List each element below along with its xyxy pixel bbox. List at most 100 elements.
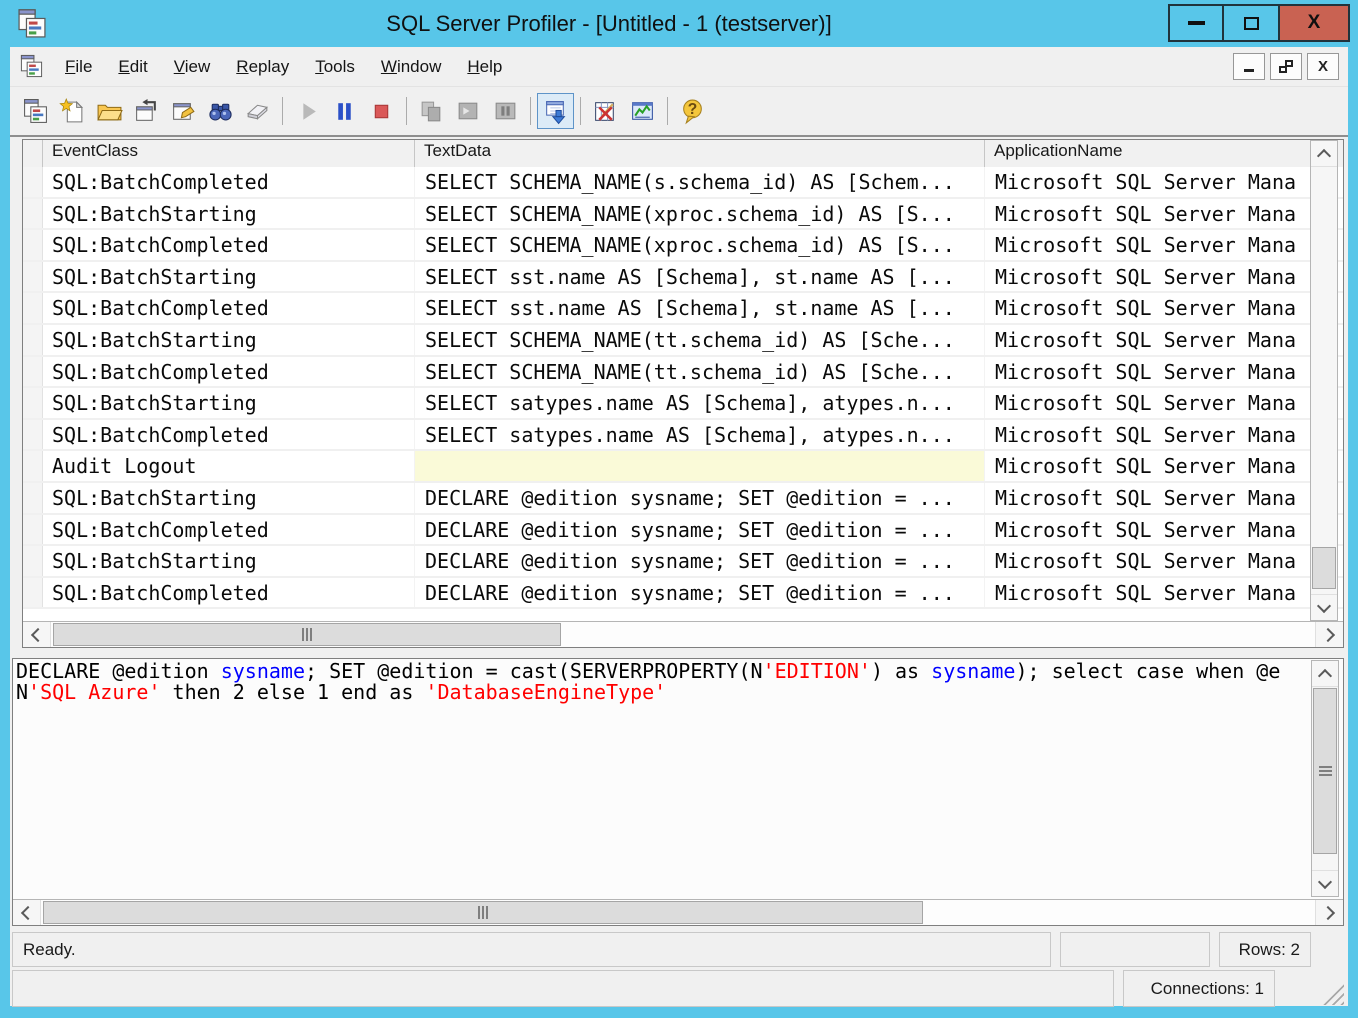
- scroll-down-button[interactable]: [1311, 594, 1337, 620]
- maximize-button[interactable]: [1222, 4, 1280, 42]
- cell-applicationname: Microsoft SQL Server Mana: [985, 167, 1343, 197]
- sql-text: DECLARE @edition sysname; SET @edition =…: [13, 659, 1307, 897]
- menu-edit[interactable]: Edit: [105, 48, 160, 86]
- cell-textdata-highlighted: [415, 451, 985, 481]
- resize-grip[interactable]: [1318, 979, 1344, 1005]
- sql-line: DECLARE @edition sysname; SET @edition =…: [16, 661, 1307, 682]
- cell-eventclass: SQL:BatchCompleted: [43, 293, 415, 323]
- cell-textdata: SELECT SCHEMA_NAME(xproc.schema_id) AS […: [415, 199, 985, 229]
- cell-eventclass: SQL:BatchStarting: [43, 483, 415, 513]
- table-row[interactable]: SQL:BatchCompleted SELECT SCHEMA_NAME(s.…: [23, 167, 1343, 199]
- organize-columns-icon: [592, 98, 619, 125]
- cell-eventclass: SQL:BatchCompleted: [43, 230, 415, 260]
- mdi-restore-button[interactable]: [1270, 53, 1302, 80]
- cell-eventclass: SQL:BatchCompleted: [43, 515, 415, 545]
- column-header-applicationname[interactable]: ApplicationName: [985, 140, 1343, 167]
- scroll-up-button[interactable]: [1311, 141, 1337, 167]
- table-row[interactable]: SQL:BatchCompleted SELECT satypes.name A…: [23, 420, 1343, 452]
- help-button[interactable]: ?: [674, 93, 711, 129]
- scroll-down-button[interactable]: [1312, 870, 1338, 896]
- new-trace-button[interactable]: [17, 93, 54, 129]
- chevron-down-icon: [1317, 599, 1331, 613]
- toolbar-separator: [530, 97, 531, 125]
- scroll-right-button[interactable]: [1315, 900, 1343, 925]
- table-row[interactable]: SQL:BatchCompleted SELECT SCHEMA_NAME(xp…: [23, 230, 1343, 262]
- clear-trace-button[interactable]: [239, 93, 276, 129]
- table-row[interactable]: SQL:BatchStarting SELECT satypes.name AS…: [23, 388, 1343, 420]
- stop-icon: [368, 98, 395, 125]
- mdi-minimize-icon: [1244, 69, 1254, 72]
- run-to-cursor-button: [450, 93, 487, 129]
- menu-help[interactable]: Help: [454, 48, 515, 86]
- properties-button[interactable]: [165, 93, 202, 129]
- grid-vscroll-thumb[interactable]: [1312, 547, 1336, 589]
- detail-hscroll-thumb[interactable]: [43, 901, 923, 924]
- menu-view[interactable]: View: [161, 48, 224, 86]
- table-row[interactable]: SQL:BatchCompleted SELECT SCHEMA_NAME(tt…: [23, 357, 1343, 389]
- grid-horizontal-scrollbar[interactable]: [23, 621, 1343, 647]
- cell-textdata: DECLARE @edition sysname; SET @edition =…: [415, 546, 985, 576]
- cell-applicationname: Microsoft SQL Server Mana: [985, 293, 1343, 323]
- scroll-right-button[interactable]: [1315, 622, 1343, 647]
- pause-icon: [331, 98, 358, 125]
- cell-textdata: SELECT sst.name AS [Schema], st.name AS …: [415, 293, 985, 323]
- close-icon: X: [1308, 12, 1321, 34]
- textdata-detail-pane[interactable]: DECLARE @edition sysname; SET @edition =…: [12, 658, 1344, 926]
- table-row[interactable]: SQL:BatchStarting SELECT SCHEMA_NAME(tt.…: [23, 325, 1343, 357]
- table-row[interactable]: SQL:BatchStarting DECLARE @edition sysna…: [23, 483, 1343, 515]
- mdi-close-button[interactable]: X: [1307, 53, 1339, 80]
- mdi-document-icon[interactable]: [19, 54, 44, 79]
- table-row[interactable]: SQL:BatchCompleted SELECT sst.name AS [S…: [23, 293, 1343, 325]
- menu-window[interactable]: Window: [368, 48, 454, 86]
- find-binoculars-icon: [207, 98, 234, 125]
- grid-vertical-scrollbar[interactable]: [1310, 140, 1338, 621]
- performance-chart-icon: [629, 98, 656, 125]
- table-row[interactable]: SQL:BatchCompleted DECLARE @edition sysn…: [23, 578, 1343, 610]
- cell-textdata: SELECT SCHEMA_NAME(tt.schema_id) AS [Sch…: [415, 357, 985, 387]
- cell-eventclass: SQL:BatchStarting: [43, 388, 415, 418]
- auto-scroll-button[interactable]: [537, 93, 574, 129]
- save-trace-button[interactable]: [128, 93, 165, 129]
- column-header-eventclass[interactable]: EventClass: [43, 140, 415, 167]
- scroll-left-button[interactable]: [13, 900, 41, 925]
- pause-trace-button[interactable]: [326, 93, 363, 129]
- cell-textdata: SELECT SCHEMA_NAME(tt.schema_id) AS [Sch…: [415, 325, 985, 355]
- cell-eventclass: Audit Logout: [43, 451, 415, 481]
- app-icon[interactable]: [16, 7, 48, 41]
- find-button[interactable]: [202, 93, 239, 129]
- status-connections-count: Connections: 1: [1123, 970, 1275, 1007]
- performance-monitor-button[interactable]: [624, 93, 661, 129]
- detail-vertical-scrollbar[interactable]: [1311, 660, 1339, 897]
- execute-one-step-button: [413, 93, 450, 129]
- cell-applicationname: Microsoft SQL Server Mana: [985, 199, 1343, 229]
- scroll-up-button[interactable]: [1312, 661, 1338, 687]
- stop-trace-button[interactable]: [363, 93, 400, 129]
- grid-hscroll-thumb[interactable]: [53, 623, 561, 646]
- menu-tools[interactable]: Tools: [302, 48, 368, 86]
- thumb-grip: [302, 628, 312, 641]
- menu-replay[interactable]: Replay: [223, 48, 302, 86]
- menu-bar: File Edit View Replay Tools Window Help …: [10, 47, 1348, 87]
- table-row[interactable]: SQL:BatchCompleted DECLARE @edition sysn…: [23, 515, 1343, 547]
- mdi-window-controls: X: [1233, 53, 1339, 80]
- cell-eventclass: SQL:BatchStarting: [43, 325, 415, 355]
- organize-columns-button[interactable]: [587, 93, 624, 129]
- detail-horizontal-scrollbar[interactable]: [13, 899, 1343, 925]
- close-button[interactable]: X: [1278, 4, 1350, 42]
- menu-file[interactable]: File: [52, 48, 105, 86]
- scroll-left-button[interactable]: [23, 622, 51, 647]
- table-row-audit-logout[interactable]: Audit Logout Microsoft SQL Server Mana: [23, 451, 1343, 483]
- mdi-minimize-button[interactable]: [1233, 53, 1265, 80]
- status-rows-count: Rows: 2: [1219, 932, 1311, 967]
- table-row[interactable]: SQL:BatchStarting DECLARE @edition sysna…: [23, 546, 1343, 578]
- open-trace-button[interactable]: [91, 93, 128, 129]
- toolbar-separator: [406, 97, 407, 125]
- table-row[interactable]: SQL:BatchStarting SELECT SCHEMA_NAME(xpr…: [23, 199, 1343, 231]
- column-header-textdata[interactable]: TextData: [415, 140, 985, 167]
- eraser-icon: [244, 98, 271, 125]
- cell-eventclass: SQL:BatchCompleted: [43, 420, 415, 450]
- minimize-button[interactable]: [1168, 4, 1224, 42]
- new-document-button[interactable]: [54, 93, 91, 129]
- table-row[interactable]: SQL:BatchStarting SELECT sst.name AS [Sc…: [23, 262, 1343, 294]
- detail-vscroll-thumb[interactable]: [1313, 688, 1337, 854]
